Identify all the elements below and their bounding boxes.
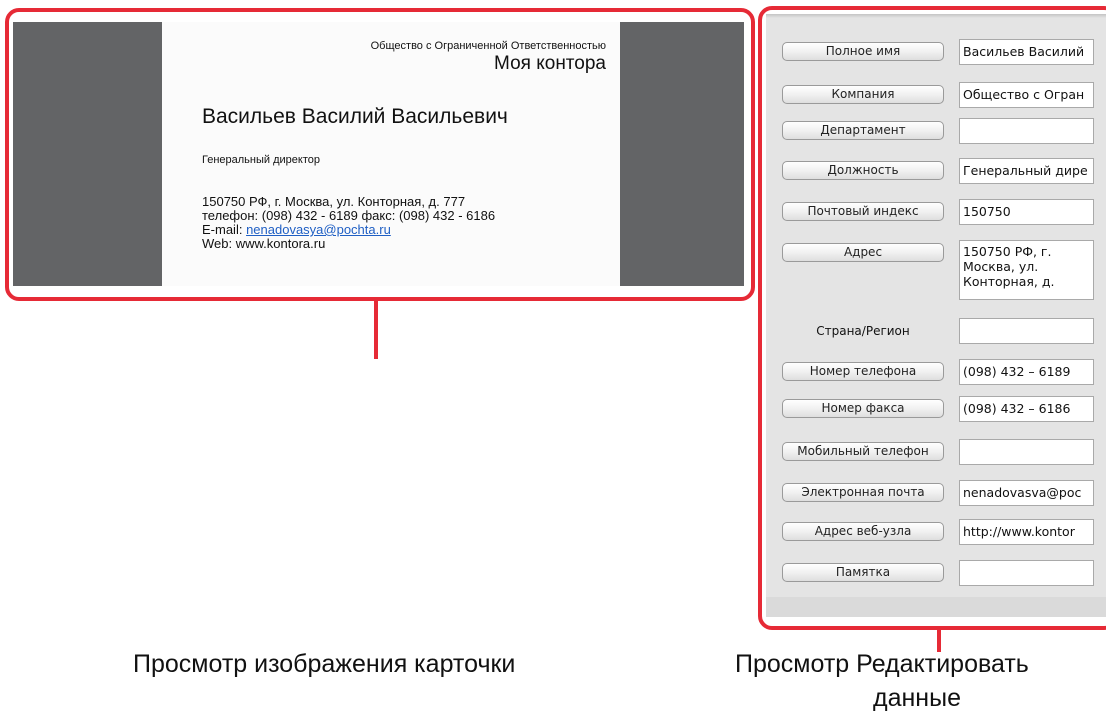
address-field[interactable]: 150750 РФ, г. Москва, ул. Конторная, д.	[959, 240, 1094, 300]
website-button[interactable]: Адрес веб-узла	[782, 522, 944, 541]
edit-data-panel: Полное имя Васильев Василий Компания Общ…	[766, 14, 1106, 617]
phone-number-field[interactable]: (098) 432 – 6189	[959, 359, 1094, 385]
card-phone-text: телефон: (098) 432 - 6189 факс: (098) 43…	[202, 208, 496, 223]
card-name-text: Васильев Василий Васильевич	[202, 105, 508, 128]
card-view-caption: Просмотр изображения карточки	[133, 650, 516, 678]
postal-code-button[interactable]: Почтовый индекс	[782, 202, 944, 221]
postal-code-field[interactable]: 150750	[959, 199, 1094, 225]
memo-button[interactable]: Памятка	[782, 563, 944, 582]
card-view-leader-line	[374, 301, 378, 359]
card-image-preview: Общество с Ограниченной Ответственностью…	[13, 22, 744, 286]
full-name-field[interactable]: Васильев Василий	[959, 39, 1094, 65]
website-field[interactable]: http://www.kontor	[959, 519, 1094, 545]
email-field[interactable]: nenadovasva@poc	[959, 480, 1094, 506]
phone-number-button[interactable]: Номер телефона	[782, 362, 944, 381]
mobile-phone-field[interactable]	[959, 439, 1094, 465]
edit-view-caption-line1: Просмотр Редактировать	[735, 650, 1029, 678]
edit-view-caption-line2: данные	[873, 684, 961, 712]
address-button[interactable]: Адрес	[782, 243, 944, 262]
edit-view-leader-line	[937, 630, 941, 652]
card-company-text: Общество с Ограниченной Ответственностью	[370, 40, 606, 52]
department-button[interactable]: Департамент	[782, 121, 944, 140]
position-field[interactable]: Генеральный дире	[959, 158, 1094, 184]
country-region-field[interactable]	[959, 318, 1094, 344]
memo-field[interactable]	[959, 560, 1094, 586]
email-button[interactable]: Электронная почта	[782, 483, 944, 502]
country-region-label: Страна/Регион	[816, 324, 910, 338]
card-email-line: E-mail: nenadovasya@pochta.ru	[202, 223, 391, 237]
position-button[interactable]: Должность	[782, 161, 944, 180]
department-field[interactable]	[959, 118, 1094, 144]
business-card-image: Общество с Ограниченной Ответственностью…	[162, 22, 620, 286]
card-address-text: 150750 РФ, г. Москва, ул. Конторная, д. …	[202, 194, 466, 209]
company-field[interactable]: Общество с Огран	[959, 82, 1094, 108]
fax-number-field[interactable]: (098) 432 – 6186	[959, 396, 1094, 422]
card-web-text: Web: www.kontora.ru	[202, 236, 326, 251]
full-name-button[interactable]: Полное имя	[782, 42, 944, 61]
card-email-label: E-mail:	[202, 222, 247, 237]
company-button[interactable]: Компания	[782, 85, 944, 104]
mobile-phone-button[interactable]: Мобильный телефон	[782, 442, 944, 461]
card-email-link: nenadovasya@pochta.ru	[246, 222, 391, 237]
fax-number-button[interactable]: Номер факса	[782, 399, 944, 418]
card-position-text: Генеральный директор	[202, 154, 320, 166]
card-office-text: Моя контора	[494, 53, 606, 74]
